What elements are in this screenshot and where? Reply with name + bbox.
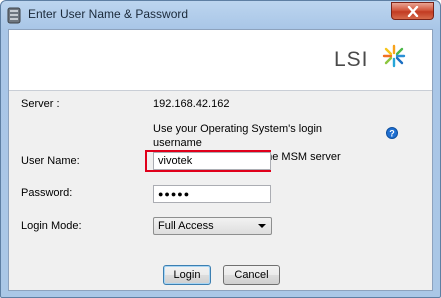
logo-header: LSI	[9, 30, 432, 91]
lsi-logo: LSI	[334, 44, 406, 71]
svg-text:?: ?	[389, 129, 395, 139]
server-value: 192.168.42.162	[153, 98, 230, 110]
password-label: Password:	[21, 187, 73, 199]
hint-line-1: Use your Operating System's login userna…	[153, 123, 323, 149]
login-dialog: Enter User Name & Password LSI Server: …	[0, 0, 441, 298]
username-input[interactable]: vivotek	[153, 152, 271, 170]
server-label: Server :	[21, 98, 60, 110]
help-icon[interactable]: ?	[386, 127, 398, 139]
login-button[interactable]: Login	[163, 265, 211, 285]
password-input[interactable]: ●●●●●	[153, 185, 271, 203]
username-label: User Name:	[21, 155, 80, 167]
lsi-starburst-icon	[382, 44, 406, 68]
login-mode-label: Login Mode:	[21, 220, 82, 232]
logo-text: LSI	[334, 48, 369, 71]
close-icon	[407, 6, 419, 17]
title-bar[interactable]: Enter User Name & Password	[1, 1, 440, 29]
dialog-content: LSI Server : 192.168.42.162 Use your Ope…	[8, 29, 433, 291]
chevron-down-icon	[258, 224, 266, 228]
close-button[interactable]	[391, 2, 434, 20]
server-app-icon	[7, 7, 21, 24]
cancel-button[interactable]: Cancel	[223, 265, 280, 285]
window-title: Enter User Name & Password	[28, 7, 189, 21]
login-mode-value: Full Access	[158, 220, 214, 232]
login-mode-select[interactable]: Full Access	[153, 217, 272, 235]
